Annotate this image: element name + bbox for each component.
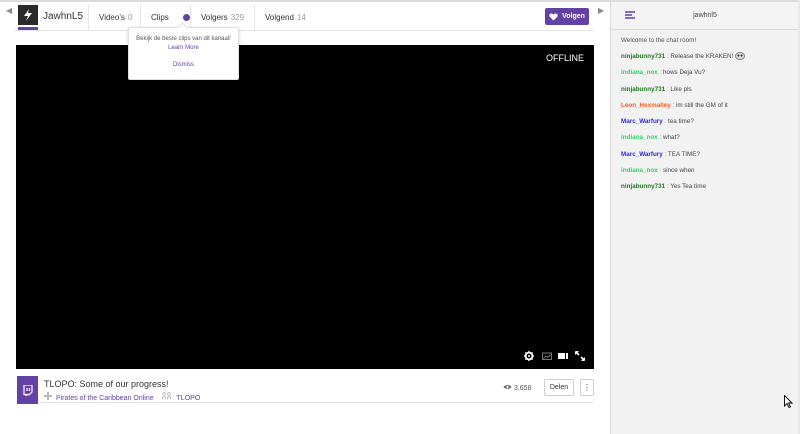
chat-welcome-message: Welcome to the chat room! (621, 37, 697, 44)
chat-text: what? (663, 134, 680, 142)
chat-title: jawhnl5 (693, 12, 717, 19)
chat-message: indiana_nox : since when (621, 166, 797, 182)
right-arrow-icon[interactable]: ▶ (598, 6, 604, 15)
chat-message: ninjabunny731 : Release the KRAKEN! (621, 52, 797, 68)
cinema-icon[interactable] (558, 351, 568, 361)
heart-icon (549, 12, 558, 21)
tab-label: Volgers (201, 13, 228, 22)
chat-username[interactable]: ninjabunny731 (621, 86, 665, 93)
game-row: Pirates of the Caribbean Online TLOPO (44, 392, 200, 402)
settings-icon[interactable] (524, 351, 534, 361)
chat-message: Marc_Warfury : TEA TIME? (621, 150, 797, 166)
tab-label: Volgend (265, 13, 294, 22)
view-count: 3,658 (503, 384, 531, 392)
kraken-emote-icon (735, 52, 746, 61)
share-button[interactable]: Delen (544, 379, 574, 396)
chat-text: Yes Tea time (670, 183, 706, 191)
eye-icon (503, 385, 512, 389)
chat-message: indiana_nox : hows Deja Vu? (621, 68, 797, 84)
view-count-value: 3,658 (513, 385, 532, 392)
follow-button[interactable]: Volgen (545, 8, 589, 25)
chat-message: ninjabunny731 : Yes Tea time (621, 182, 797, 198)
channel-logo-icon (24, 9, 32, 21)
channel-name[interactable]: JawhnL5 (43, 11, 83, 22)
chat-header: jawhnl5 (611, 2, 799, 30)
chat-message: ninjabunny731 : Like pls (621, 85, 797, 101)
dismiss-button[interactable]: Dismiss (173, 62, 194, 68)
chat-message: Marc_Warfury : tea time? (621, 117, 797, 133)
channel-avatar[interactable] (18, 5, 38, 25)
chat-panel: jawhnl5 Welcome to the chat room! ninjab… (610, 0, 799, 434)
chat-username[interactable]: Leon_Hexmalley (621, 102, 671, 109)
more-options-button[interactable]: ⋮ (580, 379, 594, 396)
tab-count: 14 (296, 13, 306, 22)
main-column: ◀ ▶ JawhnL5 Video's 0 Clips Volgers 329 Vo… (0, 0, 610, 434)
chat-username[interactable]: indiana_nox (621, 134, 658, 141)
tab-label: Video's (99, 13, 125, 22)
chat-username[interactable]: ninjabunny731 (621, 183, 665, 190)
chat-text: hows Deja Vu? (663, 69, 706, 77)
avatar-active-indicator (18, 27, 38, 30)
fullscreen-icon[interactable] (575, 351, 585, 361)
community-icon (161, 392, 171, 400)
tab-count: 329 (230, 13, 245, 22)
new-indicator-dot (182, 14, 190, 22)
chat-username[interactable]: Marc_Warfury (621, 118, 663, 125)
chat-message: Leon_Hexmalley : im still the GM of it (621, 101, 797, 117)
chat-text: Release the KRAKEN! (670, 53, 734, 60)
tooltip-text: Bekijk de beste clips van dit kanaal! (136, 36, 231, 42)
tab-label: Clips (151, 13, 169, 22)
game-controller-icon (44, 392, 52, 400)
community-link[interactable]: TLOPO (177, 395, 201, 402)
game-link[interactable]: Pirates of the Caribbean Online (56, 395, 154, 402)
chat-username[interactable]: indiana_nox (621, 167, 658, 174)
follow-label: Volgen (562, 13, 585, 20)
chat-username[interactable]: Marc_Warfury (621, 151, 663, 158)
video-title: TLOPO: Some of our progress! (44, 379, 169, 389)
chat-text: TEA TIME? (667, 150, 700, 158)
video-player[interactable]: OFFLINE (16, 45, 594, 369)
offline-status: OFFLINE (545, 53, 584, 63)
chat-username[interactable]: indiana_nox (621, 69, 658, 76)
cursor-icon (784, 395, 793, 408)
chat-text: im still the GM of it (675, 101, 728, 109)
channel-header: JawhnL5 Video's 0 Clips Volgers 329 Volgen… (14, 4, 594, 31)
clips-tooltip: Bekijk de beste clips van dit kanaal! Le… (128, 22, 239, 80)
chat-username[interactable]: ninjabunny731 (621, 53, 665, 60)
chat-text: tea time? (668, 118, 694, 126)
tab-following[interactable]: Volgend 14 (254, 4, 318, 31)
channel-logo[interactable] (17, 376, 38, 404)
chat-message: indiana_nox : what? (621, 133, 797, 149)
chat-text: Like pls (670, 85, 692, 93)
learn-more-link[interactable]: Learn More (168, 45, 199, 51)
chat-text: since when (663, 167, 695, 175)
channel-logo-icon (22, 384, 33, 396)
chat-message-list: Welcome to the chat room! ninjabunny731 … (621, 36, 797, 199)
left-arrow-icon[interactable]: ◀ (6, 6, 12, 15)
video-info-bar: TLOPO: Some of our progress! Pirates of … (16, 370, 594, 404)
theatre-mode-icon[interactable] (542, 351, 552, 361)
tooltip-message: Bekijk de beste clips van dit kanaal! Le… (129, 28, 238, 53)
tab-count: 0 (127, 13, 133, 22)
